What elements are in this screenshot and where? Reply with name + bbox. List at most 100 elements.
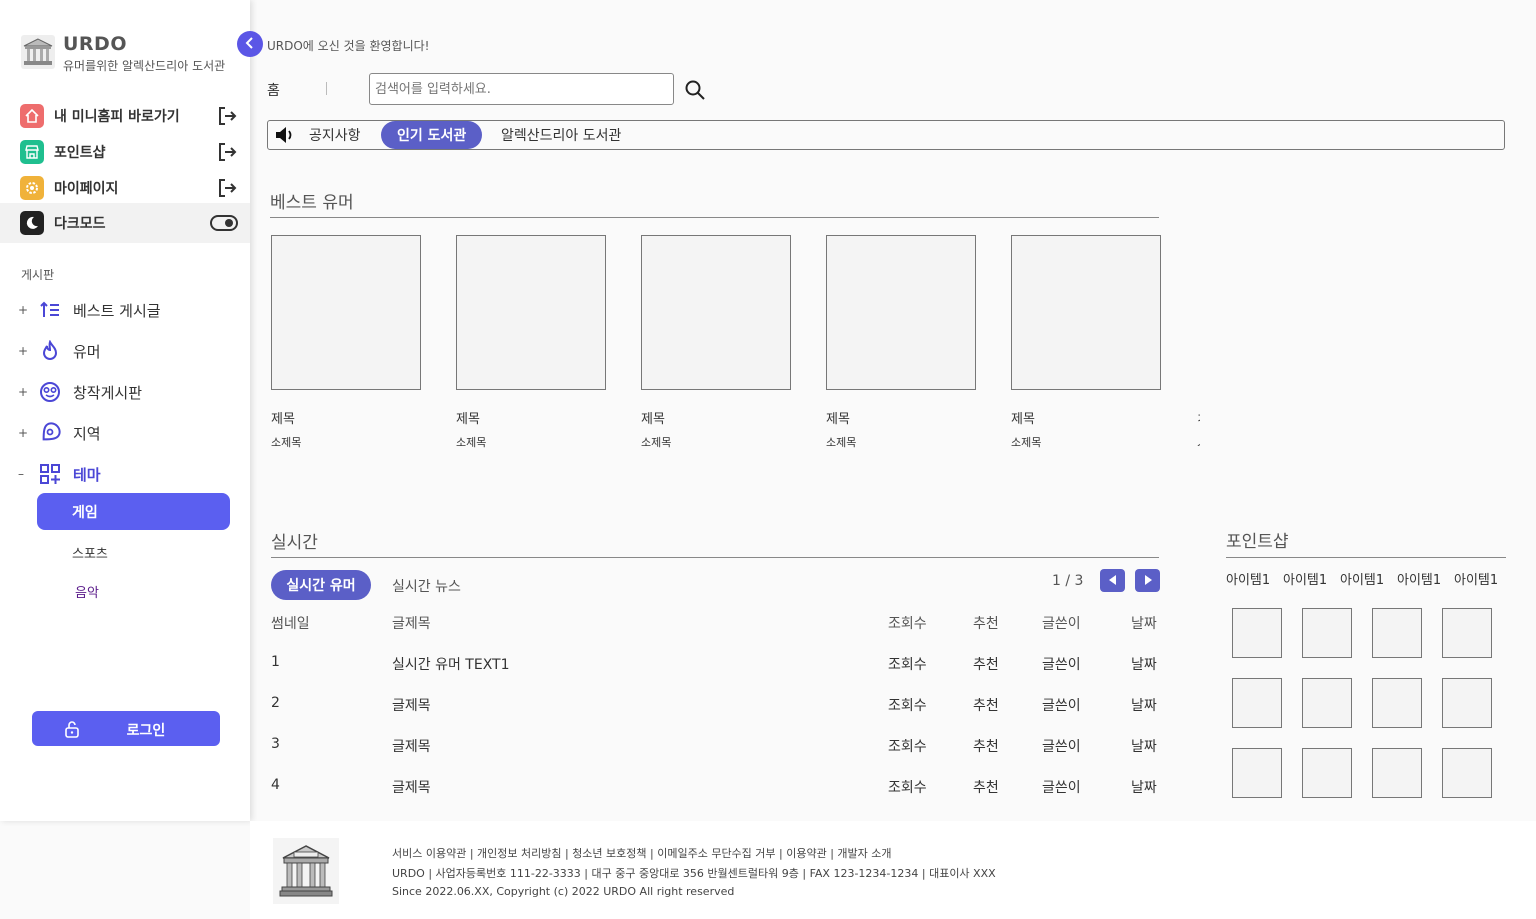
tab-alexandria-library[interactable]: 알렉산드리아 도서관 — [501, 121, 621, 149]
grid-plus-icon — [38, 462, 62, 486]
card-thumbnail[interactable] — [271, 235, 421, 390]
tab-realtime-humor[interactable]: 실시간 유머 — [271, 570, 371, 600]
card-thumbnail[interactable] — [456, 235, 606, 390]
menu-item-label: 테마 — [73, 465, 101, 484]
triangle-left-icon — [1107, 571, 1119, 590]
search-input[interactable] — [369, 73, 674, 105]
card-title[interactable]: 제목 — [1011, 408, 1035, 427]
card-thumbnail[interactable] — [641, 235, 791, 390]
row-title[interactable]: 글제목 — [392, 736, 431, 756]
menu-item-best-posts[interactable]: + 베스트 게시글 — [18, 297, 238, 323]
sub-item-game[interactable]: 게임 — [37, 493, 230, 530]
shop-item-thumb[interactable] — [1302, 608, 1352, 658]
brand-title[interactable]: URDO — [63, 33, 127, 55]
col-title: 글제목 — [392, 616, 431, 632]
menu-item-creative[interactable]: + 창작게시판 — [18, 379, 238, 405]
shop-item-label[interactable]: 아이템1 — [1283, 569, 1327, 588]
menu-item-region[interactable]: + 지역 — [18, 420, 238, 446]
row-number: 2 — [271, 695, 280, 711]
quick-link-minihome[interactable]: 내 미니홈피 바로가기 — [20, 103, 238, 129]
shop-item-thumb[interactable] — [1442, 748, 1492, 798]
menu-item-label: 베스트 게시글 — [73, 301, 161, 320]
logout-arrow-icon[interactable] — [216, 141, 238, 163]
shop-item-thumb[interactable] — [1442, 608, 1492, 658]
library-logo-icon[interactable] — [20, 34, 56, 70]
expand-icon[interactable]: + — [18, 344, 32, 358]
shop-item-thumb[interactable] — [1372, 608, 1422, 658]
collapse-icon[interactable]: – — [18, 467, 32, 481]
next-page-button[interactable] — [1135, 569, 1160, 592]
moon-icon — [20, 211, 44, 235]
row-views: 조회수 — [888, 698, 927, 714]
card-title[interactable]: 제목 — [271, 408, 295, 427]
board-section-label: 게시판 — [21, 268, 55, 282]
row-views: 조회수 — [888, 739, 927, 755]
tab-popular-library[interactable]: 인기 도서관 — [381, 121, 483, 149]
menu-item-label: 유머 — [73, 342, 101, 361]
row-author[interactable]: 글쓴이 — [1042, 736, 1081, 756]
sidebar: URDO 유머를위한 알렉산드리아 도서관 내 미니홈피 바로가기 포인트샵 마… — [0, 0, 250, 821]
row-title[interactable]: 실시간 유머 TEXT1 — [392, 654, 510, 674]
expand-icon[interactable]: + — [18, 385, 32, 399]
quick-link-label: 포인트샵 — [54, 145, 106, 161]
home-link[interactable]: 홈 — [267, 80, 280, 100]
sub-item-music[interactable]: 음악 — [75, 582, 99, 601]
location-pin-icon — [38, 421, 62, 445]
search-icon[interactable] — [684, 79, 706, 105]
shop-item-label[interactable]: 아이템1 — [1454, 569, 1498, 588]
chevron-left-icon — [244, 35, 256, 54]
row-number: 3 — [271, 736, 280, 752]
shop-item-label[interactable]: 아이템1 — [1226, 569, 1270, 588]
row-author[interactable]: 글쓴이 — [1042, 777, 1081, 797]
card-title[interactable]: 제목 — [456, 408, 480, 427]
logout-arrow-icon[interactable] — [216, 105, 238, 127]
realtime-divider — [271, 557, 1159, 558]
point-shop-title: 포인트샵 — [1226, 532, 1289, 552]
shop-item-thumb[interactable] — [1232, 608, 1282, 658]
tab-realtime-news[interactable]: 실시간 뉴스 — [392, 576, 461, 596]
header-divider — [326, 82, 327, 95]
row-author[interactable]: 글쓴이 — [1042, 695, 1081, 715]
page-indicator: 1 / 3 — [1052, 573, 1084, 589]
quick-link-mypage[interactable]: 마이페이지 — [20, 175, 238, 201]
menu-item-theme[interactable]: – 테마 — [18, 461, 238, 487]
sub-item-sports[interactable]: 스포츠 — [72, 543, 108, 562]
footer-links[interactable]: 서비스 이용약관 | 개인정보 처리방침 | 청소년 보호정책 | 이메일주소 … — [392, 845, 892, 861]
row-number: 1 — [271, 654, 280, 670]
row-title[interactable]: 글제목 — [392, 777, 431, 797]
dark-mode-toggle[interactable] — [210, 214, 238, 232]
prev-page-button[interactable] — [1100, 569, 1125, 592]
menu-item-humor[interactable]: + 유머 — [18, 338, 238, 364]
row-title[interactable]: 글제목 — [392, 695, 431, 715]
quick-link-label: 마이페이지 — [54, 181, 119, 197]
shop-item-thumb[interactable] — [1302, 748, 1352, 798]
shop-item-label[interactable]: 아이템1 — [1340, 569, 1384, 588]
shop-item-thumb[interactable] — [1232, 678, 1282, 728]
shop-item-thumb[interactable] — [1372, 748, 1422, 798]
shop-item-thumb[interactable] — [1442, 678, 1492, 728]
logout-arrow-icon[interactable] — [216, 177, 238, 199]
card-overflow-peek: ㅈ ㅅ — [1196, 408, 1200, 448]
tab-notice[interactable]: 공지사항 — [309, 121, 361, 149]
card-thumbnail[interactable] — [1011, 235, 1161, 390]
shop-item-label[interactable]: 아이템1 — [1397, 569, 1441, 588]
card-title[interactable]: 제목 — [641, 408, 665, 427]
row-recommend: 추천 — [973, 780, 999, 796]
quick-link-pointshop[interactable]: 포인트샵 — [20, 139, 238, 165]
card-thumbnail[interactable] — [826, 235, 976, 390]
card-subtitle: 소제목 — [826, 436, 857, 449]
row-author[interactable]: 글쓴이 — [1042, 654, 1081, 674]
shop-item-thumb[interactable] — [1372, 678, 1422, 728]
footer-library-logo-icon — [273, 838, 339, 904]
shop-item-thumb[interactable] — [1302, 678, 1352, 728]
smile-glasses-icon — [38, 380, 62, 404]
shop-item-thumb[interactable] — [1232, 748, 1282, 798]
login-label: 로그인 — [126, 723, 166, 739]
dark-mode-label: 다크모드 — [54, 216, 106, 232]
card-title[interactable]: 제목 — [826, 408, 850, 427]
login-button[interactable]: 로그인 — [32, 711, 220, 746]
flame-icon — [38, 339, 62, 363]
sidebar-collapse-button[interactable] — [237, 31, 263, 57]
expand-icon[interactable]: + — [18, 303, 32, 317]
expand-icon[interactable]: + — [18, 426, 32, 440]
